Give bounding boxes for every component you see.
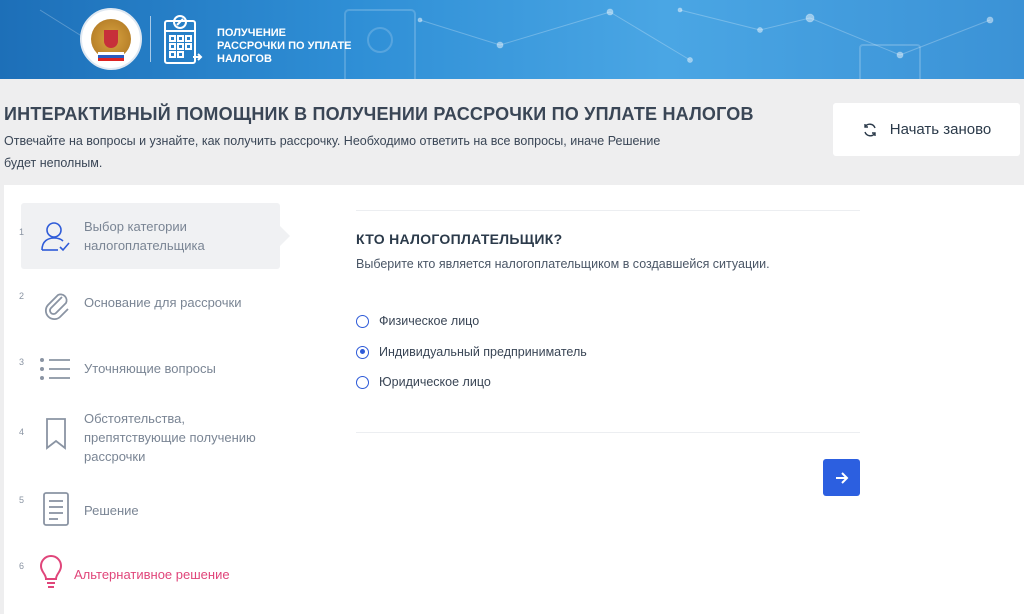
document-icon	[43, 492, 69, 526]
step-number: 1	[19, 227, 25, 237]
lightbulb-icon	[39, 555, 63, 588]
radio-legal-entity[interactable]	[356, 375, 369, 389]
list-icon	[40, 358, 70, 380]
step-label: Основание для рассрочки	[84, 295, 242, 310]
step-installment-basis[interactable]: 2 Основание для рассрочки	[4, 285, 310, 325]
option-entrepreneur[interactable]: Индивидуальный предприниматель	[356, 345, 587, 359]
fns-emblem-icon	[80, 8, 142, 70]
step-number: 2	[19, 291, 25, 301]
arrow-right-icon	[835, 471, 848, 484]
step-label: Уточняющие вопросы	[84, 361, 216, 376]
bookmark-icon	[46, 418, 66, 450]
step-number: 5	[19, 495, 25, 505]
radio-individual[interactable]	[356, 314, 369, 328]
calendar-percent-icon	[164, 15, 203, 64]
header-banner: ПОЛУЧЕНИЕ РАССРОЧКИ ПО УПЛАТЕ НАЛОГОВ	[0, 0, 1024, 79]
step-label: Выбор категории налогоплательщика	[84, 219, 205, 253]
next-button[interactable]	[823, 459, 860, 496]
step-label: Альтернативное решение	[74, 567, 230, 582]
question-panel: КТО НАЛОГОПЛАТЕЛЬЩИК? Выберите кто являе…	[310, 185, 1024, 614]
network-pattern	[39, 7, 994, 79]
page-title: ИНТЕРАКТИВНЫЙ ПОМОЩНИК В ПОЛУЧЕНИИ РАССР…	[4, 104, 754, 124]
option-individual[interactable]: Физическое лицо	[356, 314, 479, 328]
step-label: Обстоятельства, препятствующие получению…	[84, 411, 256, 464]
step-number: 4	[19, 427, 25, 437]
step-decision[interactable]: 5 Решение	[4, 489, 310, 529]
step-alternative-decision[interactable]: 6 Альтернативное решение	[4, 555, 310, 595]
restart-button[interactable]: Начать заново	[833, 103, 1020, 156]
step-number: 6	[19, 561, 25, 571]
divider	[356, 210, 860, 211]
banner-divider	[150, 16, 151, 62]
step-number: 3	[19, 357, 25, 367]
step-obstacles[interactable]: 4 Обстоятельства, препятствующие получен…	[4, 409, 310, 469]
option-label: Индивидуальный предприниматель	[379, 345, 587, 359]
divider	[356, 432, 860, 433]
paperclip-icon	[44, 293, 69, 321]
option-label: Юридическое лицо	[379, 375, 491, 389]
step-taxpayer-category[interactable]: 1 Выбор категории налогоплательщика	[4, 203, 310, 269]
service-title: ПОЛУЧЕНИЕ РАССРОЧКИ ПО УПЛАТЕ НАЛОГОВ	[217, 27, 352, 65]
steps-sidebar: 1 Выбор категории налогоплательщика 2 Ос…	[4, 185, 310, 614]
option-legal-entity[interactable]: Юридическое лицо	[356, 375, 491, 389]
question-title: КТО НАЛОГОПЛАТЕЛЬЩИК?	[356, 231, 563, 247]
restart-button-label: Начать заново	[889, 121, 992, 138]
step-label: Решение	[84, 503, 139, 518]
page-description: Отвечайте на вопросы и узнайте, как полу…	[4, 134, 661, 170]
question-hint: Выберите кто является налогоплательщиком…	[356, 257, 770, 271]
user-check-icon	[41, 222, 70, 252]
refresh-icon	[864, 123, 876, 136]
radio-entrepreneur[interactable]	[356, 345, 369, 359]
step-clarifying-questions[interactable]: 3 Уточняющие вопросы	[4, 351, 310, 391]
option-label: Физическое лицо	[379, 314, 480, 328]
